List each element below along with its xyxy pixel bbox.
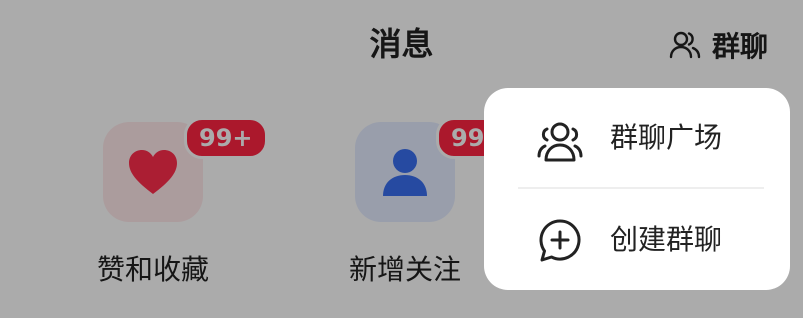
menu-item-create-group[interactable]: 创建群聊 [484,190,790,290]
group-icon [537,122,583,162]
menu-item-label: 群聊广场 [610,121,723,154]
menu-divider [518,187,764,189]
chat-plus-icon [539,219,581,262]
menu-item-label: 创建群聊 [610,223,723,256]
menu-item-group-square[interactable]: 群聊广场 [484,88,790,188]
group-chat-popup-menu: 群聊广场 创建群聊 [484,88,790,290]
